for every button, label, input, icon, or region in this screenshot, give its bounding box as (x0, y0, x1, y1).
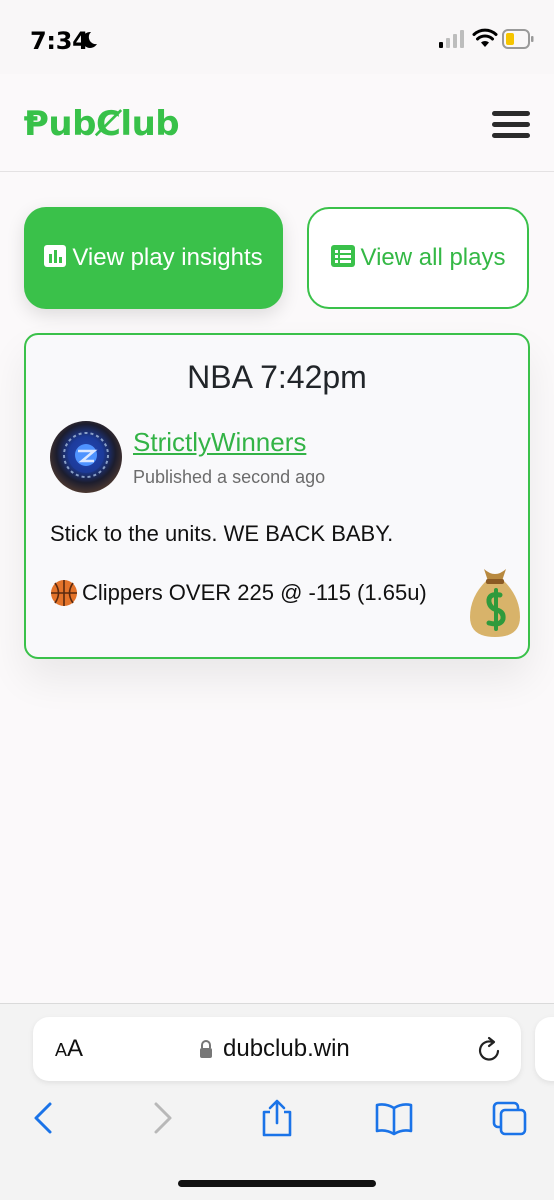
plays-label: View all plays (360, 244, 506, 271)
play-card: NBA 7:42pm StrictlyWinners Published a s… (24, 333, 530, 659)
pick-line: Clippers OVER 225 @ -115 (1.65u) (50, 579, 427, 607)
view-play-insights-button[interactable]: View play insights (24, 207, 283, 309)
signal-icon (439, 30, 464, 48)
tabs-icon[interactable] (491, 1098, 529, 1138)
hamburger-icon[interactable] (492, 111, 530, 138)
pick-text: Clippers OVER 225 @ -115 (1.65u) (82, 580, 427, 605)
home-indicator (178, 1180, 376, 1187)
site-header: ⱣubȻlub (0, 74, 554, 172)
status-bar: 7:34 (0, 0, 554, 74)
bar-chart-icon (44, 245, 67, 267)
basketball-icon (51, 580, 77, 606)
wifi-icon (472, 28, 498, 47)
bookmarks-icon[interactable] (374, 1098, 414, 1138)
lock-icon (200, 1040, 212, 1058)
play-message: Stick to the units. WE BACK BABY. (50, 521, 394, 546)
list-icon (330, 245, 355, 267)
url-text[interactable]: dubclub.win (223, 1035, 350, 1063)
battery-icon (502, 29, 534, 49)
text-size-button[interactable]: AA (55, 1035, 83, 1063)
forward-icon[interactable] (150, 1098, 176, 1138)
author-link[interactable]: StrictlyWinners (133, 427, 306, 458)
next-tab-preview[interactable] (535, 1017, 554, 1081)
share-icon[interactable] (259, 1098, 295, 1138)
moon-icon (82, 31, 97, 48)
avatar[interactable] (50, 421, 122, 493)
dubclub-logo[interactable]: ⱣubȻlub (24, 104, 180, 144)
back-icon[interactable] (30, 1098, 56, 1138)
play-title: NBA 7:42pm (187, 359, 367, 395)
money-bag-icon (470, 569, 520, 637)
reload-icon[interactable] (477, 1035, 503, 1063)
insights-label: View play insights (72, 244, 263, 271)
view-all-plays-button[interactable]: View all plays (307, 207, 529, 309)
published-time: Published a second ago (133, 467, 326, 487)
address-bar[interactable]: AA dubclub.win (33, 1017, 521, 1081)
